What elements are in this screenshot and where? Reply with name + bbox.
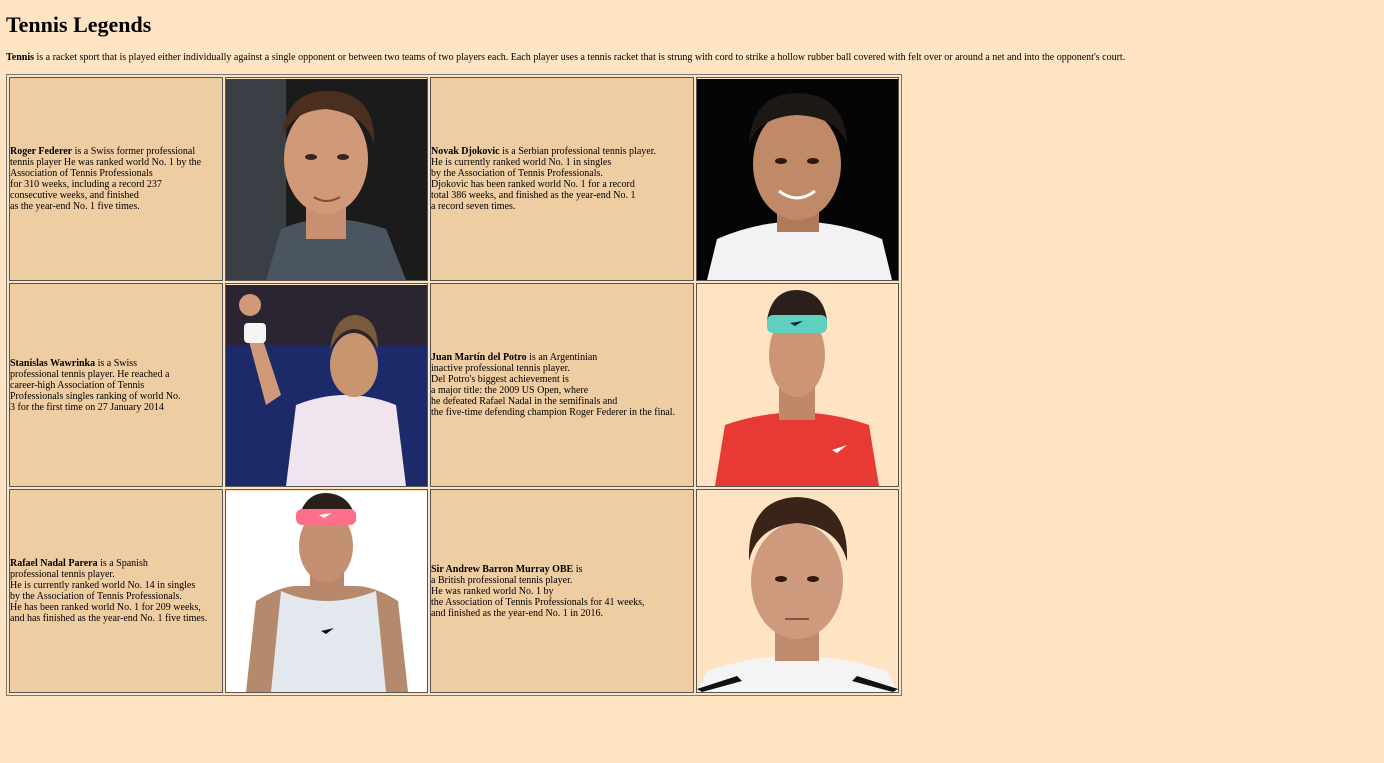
table-row: Stanislas Wawrinka is a Swiss profession…	[9, 283, 899, 487]
desc-line: He is currently ranked world No. 1 in si…	[431, 157, 612, 168]
desc-line: He was ranked world No. 1 by	[431, 585, 554, 597]
desc-line: Association of Tennis Professionals	[10, 168, 153, 179]
intro-bold-term: Tennis	[6, 52, 34, 63]
desc-line: by the Association of Tennis Professiona…	[431, 168, 603, 179]
desc-line: a record seven times.	[431, 201, 516, 212]
desc-line: Professionals singles ranking of world N…	[10, 390, 181, 402]
desc-line: is an Argentinian	[526, 352, 598, 363]
player-photo-cell	[225, 489, 428, 693]
desc-line: for 310 weeks, including a record 237	[10, 179, 162, 190]
desc-line: is a Spanish	[97, 558, 148, 569]
player-name: Sir Andrew Barron Murray OBE	[431, 563, 574, 575]
desc-line: is	[573, 563, 583, 575]
desc-line: by the Association of Tennis Professiona…	[10, 591, 182, 602]
players-table: Roger Federer is a Swiss former professi…	[6, 74, 902, 696]
player-description-murray: Sir Andrew Barron Murray OBE is a Britis…	[430, 489, 694, 693]
desc-line: the Association of Tennis Professionals …	[431, 596, 645, 608]
player-name: Stanislas Wawrinka	[10, 357, 96, 369]
player-description-djokovic: Novak Djokovic is a Serbian professional…	[430, 77, 694, 281]
desc-line: a major title: the 2009 US Open, where	[431, 385, 589, 396]
desc-line: as the year-end No. 1 five times.	[10, 201, 140, 212]
desc-line: professional tennis player.	[10, 569, 115, 580]
desc-line: inactive professional tennis player.	[431, 363, 570, 374]
desc-line: total 386 weeks, and finished as the yea…	[431, 190, 636, 201]
player-name: Roger Federer	[10, 146, 73, 157]
desc-line: 3 for the first time on 27 January 2014	[10, 401, 164, 413]
portrait-murray-icon	[697, 490, 898, 692]
player-photo-cell	[696, 489, 899, 693]
desc-line: consecutive weeks, and finished	[10, 190, 139, 201]
player-description-nadal: Rafael Nadal Parera is a Spanish profess…	[9, 489, 223, 693]
desc-line: professional tennis player. He reached a	[10, 368, 170, 380]
desc-line: career-high Association of Tennis	[10, 379, 145, 391]
desc-line: Del Potro's biggest achievement is	[431, 374, 569, 385]
portrait-wawrinka-icon	[226, 284, 427, 486]
desc-line: Djokovic has been ranked world No. 1 for…	[431, 179, 635, 190]
player-photo-cell	[225, 77, 428, 281]
page-title: Tennis Legends	[6, 12, 152, 37]
player-description-del-potro: Juan Martín del Potro is an Argentinian …	[430, 283, 694, 487]
player-name: Rafael Nadal Parera	[10, 558, 98, 569]
desc-line: is a Serbian professional tennis player.	[499, 146, 656, 157]
table-row: Rafael Nadal Parera is a Spanish profess…	[9, 489, 899, 693]
desc-line: tennis player He was ranked world No. 1 …	[10, 157, 202, 168]
desc-line: a British professional tennis player.	[431, 574, 573, 586]
desc-line: and has finished as the year-end No. 1 f…	[10, 613, 208, 624]
desc-line: and finished as the year-end No. 1 in 20…	[431, 607, 603, 619]
page: Tennis Legends Tennis is a racket sport …	[0, 0, 1384, 64]
portrait-federer-icon	[226, 78, 427, 280]
portrait-del-potro-icon	[697, 284, 898, 486]
player-photo-cell	[225, 283, 428, 487]
portrait-nadal-icon	[226, 490, 427, 692]
desc-line: He is currently ranked world No. 14 in s…	[10, 580, 196, 591]
player-name: Novak Djokovic	[431, 146, 500, 157]
player-photo-cell	[696, 77, 899, 281]
desc-line: he defeated Rafael Nadal in the semifina…	[431, 396, 618, 407]
desc-line: the five-time defending champion Roger F…	[431, 407, 676, 418]
player-name: Juan Martín del Potro	[431, 352, 527, 363]
desc-line: is a Swiss	[95, 357, 138, 369]
desc-line: is a Swiss former professional	[72, 146, 196, 157]
player-description-federer: Roger Federer is a Swiss former professi…	[9, 77, 223, 281]
player-description-wawrinka: Stanislas Wawrinka is a Swiss profession…	[9, 283, 223, 487]
player-photo-cell	[696, 283, 899, 487]
table-row: Roger Federer is a Swiss former professi…	[9, 77, 899, 281]
intro-text: is a racket sport that is played either …	[33, 52, 1126, 63]
intro-paragraph: Tennis is a racket sport that is played …	[6, 38, 1384, 64]
desc-line: He has been ranked world No. 1 for 209 w…	[10, 602, 201, 613]
portrait-djokovic-icon	[697, 78, 898, 280]
